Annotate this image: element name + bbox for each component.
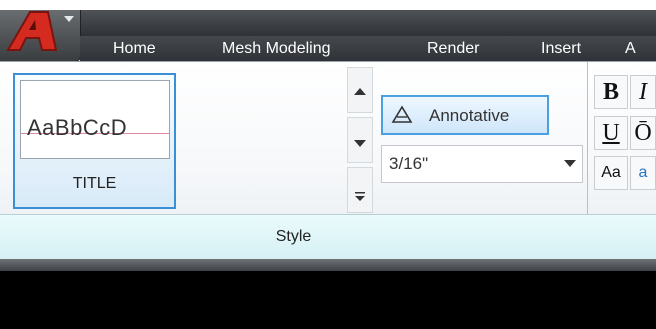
text-height-dropdown[interactable]: 3/16" bbox=[381, 145, 583, 183]
triangle-up-icon bbox=[354, 88, 366, 95]
tab-annotate-partial[interactable]: A bbox=[625, 36, 636, 61]
ribbon-bottom-border bbox=[0, 259, 656, 271]
triangle-down-icon bbox=[354, 140, 366, 147]
text-height-value: 3/16" bbox=[389, 154, 429, 173]
annotative-icon bbox=[391, 105, 413, 123]
tab-mesh-modeling[interactable]: Mesh Modeling bbox=[222, 36, 331, 61]
expand-gallery-icon bbox=[355, 192, 365, 201]
italic-button[interactable]: I bbox=[630, 75, 656, 109]
panel-title-style: Style bbox=[275, 228, 312, 245]
bold-button[interactable]: B bbox=[594, 75, 628, 109]
gallery-expand-button[interactable] bbox=[347, 167, 373, 213]
text-style-gallery-item[interactable]: AaBbCcD TITLE bbox=[13, 73, 176, 209]
text-style-name: TITLE bbox=[72, 175, 117, 192]
chevron-down-icon bbox=[564, 160, 576, 167]
top-strip bbox=[0, 0, 656, 10]
text-style-preview: AaBbCcD bbox=[20, 80, 170, 159]
text-case-button[interactable]: Aa bbox=[594, 156, 628, 190]
tab-render[interactable]: Render bbox=[427, 36, 479, 61]
gallery-scroll-down-button[interactable] bbox=[347, 117, 373, 163]
gallery-scroll bbox=[347, 67, 373, 213]
drawing-area[interactable] bbox=[0, 271, 656, 329]
application-menu-button[interactable] bbox=[0, 10, 81, 62]
autocad-logo-icon bbox=[6, 11, 74, 51]
preview-text: AaBbCcD bbox=[27, 115, 128, 140]
annotative-button[interactable]: Annotative bbox=[381, 95, 549, 135]
tab-home[interactable]: Home bbox=[113, 36, 156, 61]
tab-insert[interactable]: Insert bbox=[541, 36, 581, 61]
case-option-button[interactable]: a bbox=[630, 156, 656, 190]
annotative-label: Annotative bbox=[429, 106, 510, 125]
overline-button[interactable]: Ō bbox=[630, 116, 656, 150]
gallery-scroll-up-button[interactable] bbox=[347, 67, 373, 113]
underline-button[interactable]: U bbox=[594, 116, 628, 150]
title-bar bbox=[0, 10, 656, 37]
